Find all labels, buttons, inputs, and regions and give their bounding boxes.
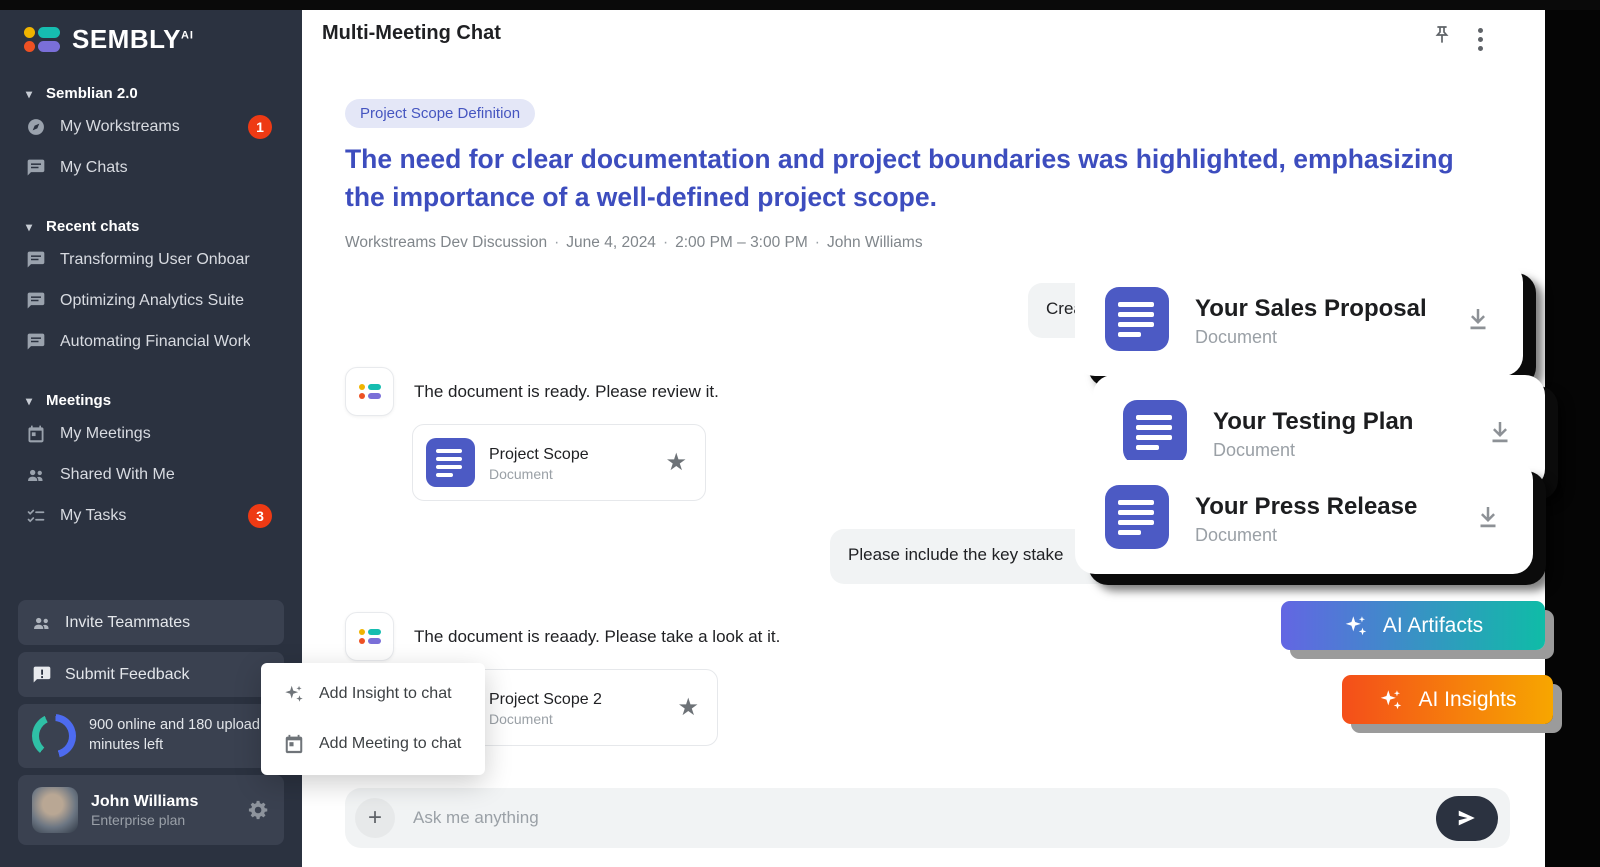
app-window: SEMBLYAI ▾ Semblian 2.0 My Workstreams 1… xyxy=(0,0,1600,867)
sidebar-item-shared-with-me[interactable]: Shared With Me xyxy=(18,454,284,495)
send-icon xyxy=(1456,807,1478,829)
chevron-down-icon: ▾ xyxy=(26,220,32,234)
usage-meter[interactable]: 900 online and 180 upload minutes left xyxy=(18,704,284,768)
gear-icon[interactable] xyxy=(248,799,270,821)
sidebar: SEMBLYAI ▾ Semblian 2.0 My Workstreams 1… xyxy=(0,0,302,867)
menu-item-add-insight[interactable]: Add Insight to chat xyxy=(261,673,485,715)
profile-plan: Enterprise plan xyxy=(91,812,198,828)
sidebar-section-meetings[interactable]: ▾ Meetings xyxy=(26,392,284,409)
artifact-type: Document xyxy=(1195,525,1417,546)
artifact-title: Your Sales Proposal xyxy=(1195,291,1427,327)
chat-input-bar: + xyxy=(345,788,1510,848)
people-icon xyxy=(26,465,46,485)
bot-message-text: The document is reaady. Please take a lo… xyxy=(414,627,780,647)
meeting-meta: Workstreams Dev Discussion·June 4, 2024·… xyxy=(345,234,923,252)
chat-input[interactable] xyxy=(411,807,1436,829)
artifact-title: Your Testing Plan xyxy=(1213,404,1413,440)
chevron-down-icon: ▾ xyxy=(26,87,32,101)
usage-ring-icon xyxy=(32,714,76,758)
download-icon[interactable] xyxy=(1485,417,1515,447)
sidebar-item-my-workstreams[interactable]: My Workstreams 1 xyxy=(18,106,284,147)
sparkles-icon xyxy=(1378,687,1404,713)
document-icon xyxy=(1105,287,1169,351)
star-icon[interactable]: ★ xyxy=(665,448,687,477)
kebab-menu-icon[interactable] xyxy=(1472,26,1489,53)
checklist-icon xyxy=(26,506,46,526)
topic-tag: Project Scope Definition xyxy=(345,99,535,128)
sparkles-icon xyxy=(283,683,305,705)
document-card[interactable]: Project Scope Document ★ xyxy=(412,424,706,501)
people-icon xyxy=(32,613,52,633)
context-menu: Add Insight to chat Add Meeting to chat xyxy=(261,663,485,775)
pin-icon[interactable] xyxy=(1430,23,1454,47)
decor-top-band xyxy=(0,0,1600,10)
chat-icon xyxy=(26,291,46,311)
ai-artifacts-button[interactable]: AI Artifacts xyxy=(1281,601,1545,650)
brand-name: SEMBLYAI xyxy=(72,24,194,55)
send-button[interactable] xyxy=(1436,796,1498,841)
artifact-card-press-release[interactable]: Your Press Release Document xyxy=(1075,460,1533,574)
sembly-bot-avatar xyxy=(345,367,394,416)
tasks-badge: 3 xyxy=(248,504,272,528)
sparkles-icon xyxy=(1343,613,1369,639)
calendar-icon xyxy=(26,424,46,444)
chat-icon xyxy=(26,158,46,178)
invite-teammates-button[interactable]: Invite Teammates xyxy=(18,600,284,645)
document-icon xyxy=(1123,400,1187,464)
profile-card[interactable]: John Williams Enterprise plan xyxy=(18,775,284,845)
document-icon xyxy=(1105,485,1169,549)
brand-logo[interactable]: SEMBLYAI xyxy=(24,24,284,55)
menu-item-add-meeting[interactable]: Add Meeting to chat xyxy=(261,723,485,765)
workstreams-badge: 1 xyxy=(248,115,272,139)
plus-icon[interactable]: + xyxy=(355,798,395,838)
page-title: Multi-Meeting Chat xyxy=(322,22,501,45)
chevron-down-icon: ▾ xyxy=(26,394,32,408)
sidebar-item-recent-chat[interactable]: Transforming User Onboarding xyxy=(18,239,284,280)
decor-right-band xyxy=(1545,0,1600,867)
sembly-logo-icon xyxy=(24,27,60,52)
document-type: Document xyxy=(489,711,602,727)
bot-message-row: The document is ready. Please review it. xyxy=(345,367,719,416)
artifact-type: Document xyxy=(1213,440,1413,461)
summary-headline: The need for clear documentation and pro… xyxy=(345,140,1463,217)
bot-message-row: The document is reaady. Please take a lo… xyxy=(345,612,780,661)
sembly-bot-avatar xyxy=(345,612,394,661)
artifact-type: Document xyxy=(1195,327,1427,348)
document-title: Project Scope xyxy=(489,443,589,466)
artifact-card-sales-proposal[interactable]: Your Sales Proposal Document xyxy=(1075,262,1523,376)
sidebar-item-my-tasks[interactable]: My Tasks 3 xyxy=(18,495,284,536)
sidebar-section-semblian[interactable]: ▾ Semblian 2.0 xyxy=(26,85,284,102)
download-icon[interactable] xyxy=(1473,502,1503,532)
download-icon[interactable] xyxy=(1463,304,1493,334)
bot-message-text: The document is ready. Please review it. xyxy=(414,382,719,402)
document-type: Document xyxy=(489,466,589,482)
calendar-icon xyxy=(283,733,305,755)
profile-name: John Williams xyxy=(91,792,198,813)
sidebar-item-recent-chat[interactable]: Automating Financial Workflo… xyxy=(18,321,284,362)
star-icon[interactable]: ★ xyxy=(677,693,699,722)
document-icon xyxy=(426,438,475,487)
ai-insights-button[interactable]: AI Insights xyxy=(1342,675,1553,724)
artifact-title: Your Press Release xyxy=(1195,489,1417,525)
chat-icon xyxy=(26,250,46,270)
sidebar-section-recent-chats[interactable]: ▾ Recent chats xyxy=(26,218,284,235)
avatar xyxy=(32,787,78,833)
sidebar-item-my-chats[interactable]: My Chats xyxy=(18,147,284,188)
chat-icon xyxy=(26,332,46,352)
sidebar-item-my-meetings[interactable]: My Meetings xyxy=(18,413,284,454)
document-title: Project Scope 2 xyxy=(489,688,602,711)
feedback-icon xyxy=(32,665,52,685)
compass-icon xyxy=(26,117,46,137)
submit-feedback-button[interactable]: Submit Feedback xyxy=(18,652,284,697)
sidebar-item-recent-chat[interactable]: Optimizing Analytics Suite xyxy=(18,280,284,321)
